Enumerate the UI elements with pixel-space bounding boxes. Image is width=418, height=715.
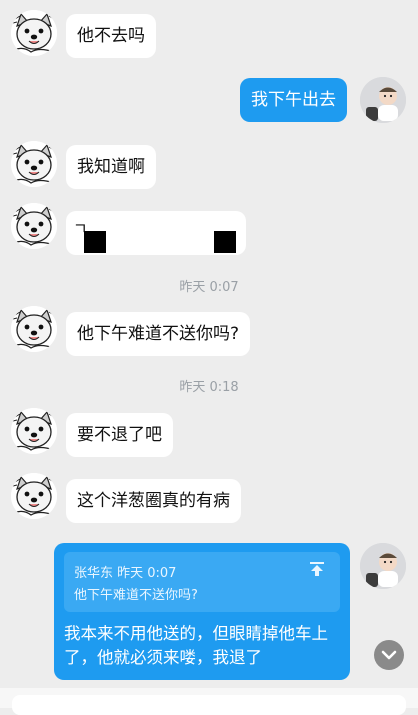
reply-text: 我本来不用他送的，但眼睛掉他车上了，他就必须来喽，我退了: [64, 624, 328, 667]
arrow-up-icon[interactable]: [308, 560, 326, 578]
contact-avatar-icon[interactable]: [11, 306, 57, 352]
message-text: 他下午难道不送你吗?: [77, 324, 240, 344]
message-text: 这个洋葱圈真的有病: [77, 491, 230, 511]
message-bubble[interactable]: 这个洋葱圈真的有病: [66, 479, 241, 523]
my-message-bubble[interactable]: 我下午出去: [240, 78, 347, 122]
message-text: 他不去吗: [77, 26, 145, 46]
message-bubble[interactable]: 他不去吗: [66, 14, 156, 58]
message-text: 我下午出去: [251, 90, 336, 110]
contact-avatar-icon[interactable]: [11, 408, 57, 454]
bubble-cutout: [66, 255, 170, 275]
redaction-block: [214, 231, 236, 253]
quoted-message[interactable]: 张华东 昨天 0:07 他下午难道不送你吗?: [64, 552, 340, 612]
timestamp: 昨天 0:18: [179, 380, 239, 395]
message-text: 我知道啊: [77, 157, 145, 177]
my-avatar-icon[interactable]: [360, 543, 406, 589]
redaction-block: [84, 231, 106, 253]
message-bubble[interactable]: 要不退了吧: [66, 413, 173, 457]
message-input[interactable]: [12, 695, 406, 715]
quote-text: 他下午难道不送你吗?: [74, 588, 198, 603]
message-bubble[interactable]: ㄱ: [66, 211, 246, 255]
scroll-down-button[interactable]: [374, 640, 404, 670]
contact-avatar-icon[interactable]: [11, 141, 57, 187]
contact-avatar-icon[interactable]: [11, 10, 57, 56]
message-bubble[interactable]: 他下午难道不送你吗?: [66, 312, 251, 356]
my-avatar-icon[interactable]: [360, 77, 406, 123]
chevron-down-icon: [381, 650, 397, 660]
quote-meta: 张华东 昨天 0:07: [74, 566, 177, 581]
message-text: 要不退了吧: [77, 425, 162, 445]
contact-avatar-icon[interactable]: [11, 203, 57, 249]
message-bubble[interactable]: 我知道啊: [66, 145, 156, 189]
timestamp: 昨天 0:07: [179, 280, 239, 295]
contact-avatar-icon[interactable]: [11, 473, 57, 519]
my-reply-bubble[interactable]: 张华东 昨天 0:07 他下午难道不送你吗? 我本来不用他送的，但眼睛掉他车上了…: [54, 543, 350, 680]
